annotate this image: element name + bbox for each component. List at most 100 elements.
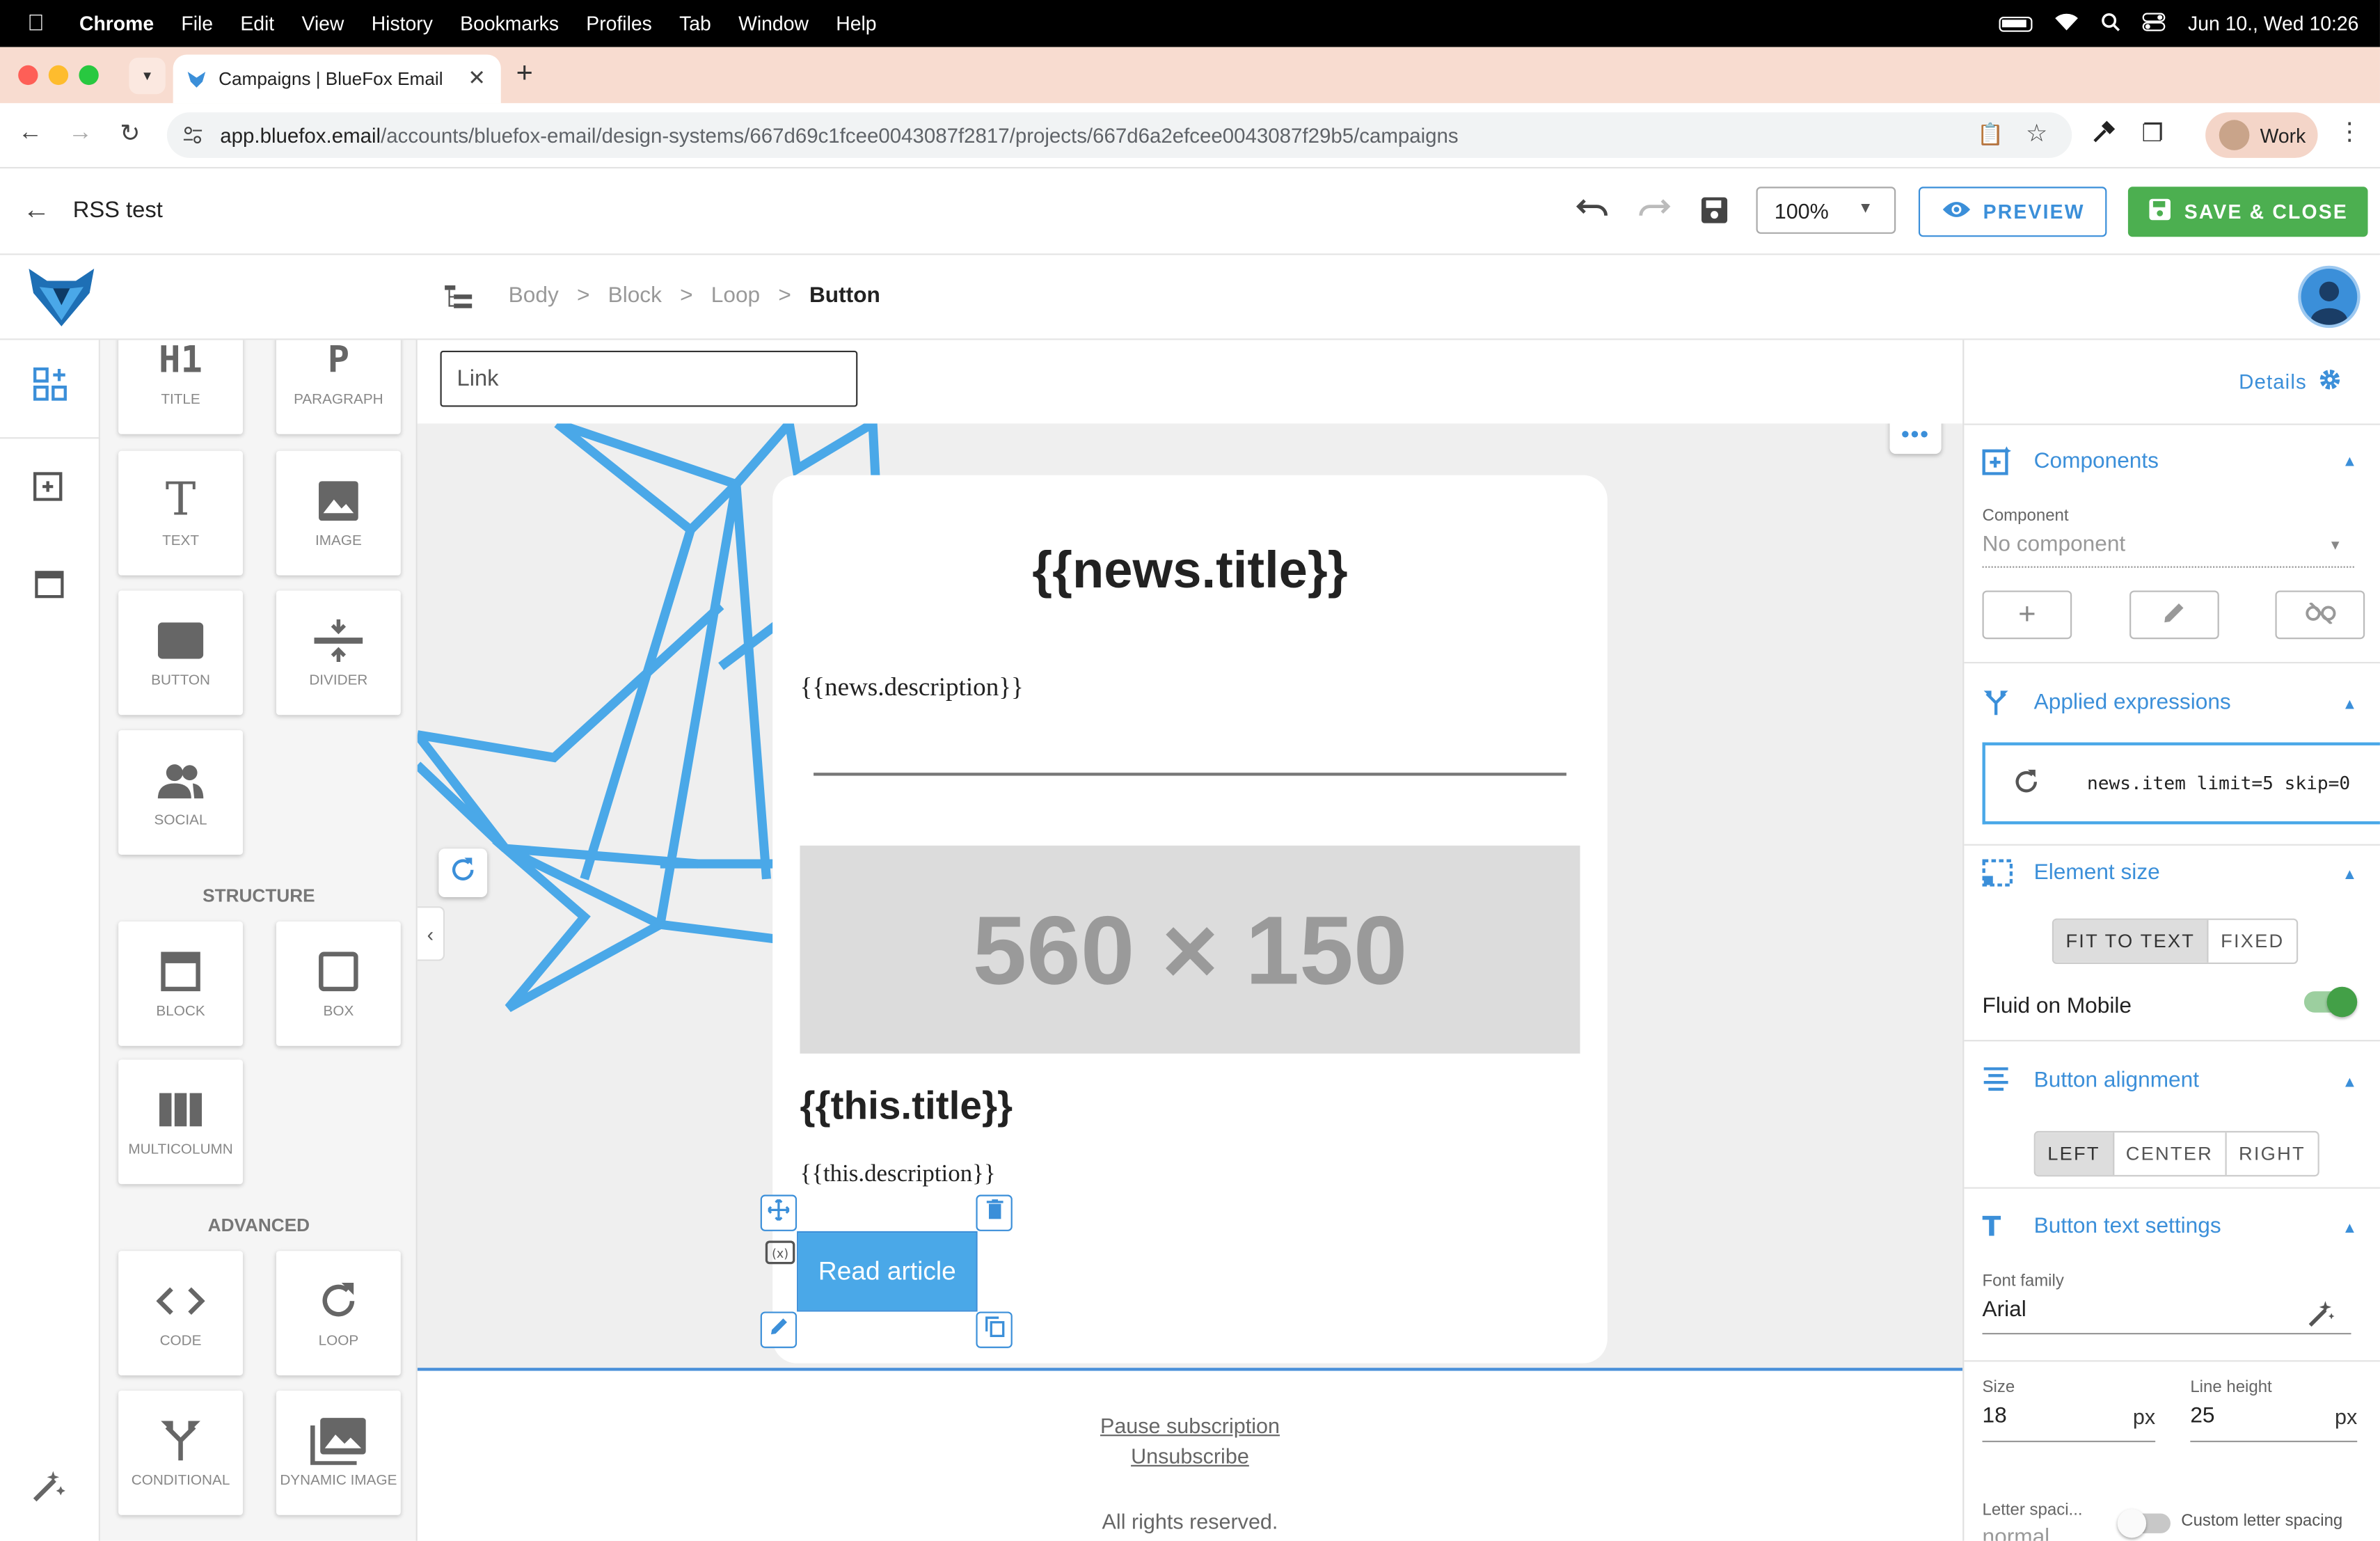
menu-history[interactable]: History <box>358 12 446 35</box>
control-center-icon[interactable] <box>2143 11 2167 35</box>
component-social[interactable]: SOCIAL <box>118 730 243 855</box>
menu-tab[interactable]: Tab <box>665 12 724 35</box>
wifi-icon[interactable] <box>2054 11 2080 35</box>
component-select[interactable]: No component ▼ <box>1982 531 2354 568</box>
add-section-icon[interactable] <box>33 469 65 509</box>
menu-help[interactable]: Help <box>823 12 891 35</box>
item-description[interactable]: {{this.description}} <box>800 1162 995 1189</box>
edit-handle[interactable] <box>760 1311 798 1348</box>
bookmark-star-icon[interactable]: ☆ <box>2026 118 2047 149</box>
collapse-panel-button[interactable]: ‹ <box>417 906 445 961</box>
redo-icon[interactable] <box>1637 194 1671 226</box>
bluefox-logo[interactable] <box>26 266 97 338</box>
new-tab-icon[interactable]: + <box>516 58 533 91</box>
font-family-field[interactable]: Arial <box>1982 1297 2351 1335</box>
reload-icon[interactable]: ↻ <box>120 118 140 149</box>
component-conditional[interactable]: CONDITIONAL <box>118 1390 243 1515</box>
image-placeholder[interactable]: 560 × 150 <box>800 845 1580 1054</box>
news-title[interactable]: {{news.title}} <box>772 542 1608 601</box>
window-close-button[interactable] <box>18 65 38 86</box>
align-right-option[interactable]: RIGHT <box>2227 1132 2318 1175</box>
back-icon[interactable]: ← <box>23 194 50 226</box>
applied-expression-item[interactable]: news.item limit=5 skip=0 <box>1982 742 2380 825</box>
zoom-select[interactable]: 100% ▼ <box>1756 187 1896 234</box>
collapse-caret-icon[interactable]: ▲ <box>2342 454 2358 471</box>
save-close-button[interactable]: SAVE & CLOSE <box>2127 187 2368 237</box>
battery-icon[interactable] <box>1999 15 2033 31</box>
apple-icon[interactable]:  <box>0 10 65 36</box>
pause-subscription-link[interactable]: Pause subscription <box>418 1414 1962 1438</box>
menu-window[interactable]: Window <box>724 12 822 35</box>
component-block[interactable]: BLOCK <box>118 921 243 1046</box>
undo-icon[interactable] <box>1576 194 1609 226</box>
button-alignment-section-title[interactable]: Button alignment <box>2034 1068 2199 1093</box>
email-canvas[interactable]: ‹ ••• {{news.title}} {{news.description}… <box>417 423 1963 1541</box>
unsubscribe-link[interactable]: Unsubscribe <box>418 1444 1962 1468</box>
email-content-block[interactable]: {{news.title}} {{news.description}} 560 … <box>760 475 1608 1364</box>
layout-tab-icon[interactable] <box>35 571 64 606</box>
content-divider[interactable] <box>814 773 1566 776</box>
save-draft-icon[interactable] <box>1700 196 1729 232</box>
breadcrumb-body[interactable]: Body <box>509 284 559 308</box>
user-avatar[interactable] <box>2298 265 2361 329</box>
collapse-caret-icon[interactable]: ▲ <box>2342 697 2358 713</box>
unlink-component-button[interactable] <box>2275 590 2365 640</box>
fit-to-text-option[interactable]: FIT TO TEXT <box>2054 919 2209 963</box>
component-loop[interactable]: LOOP <box>276 1251 401 1376</box>
tab-close-icon[interactable]: ✕ <box>468 65 486 91</box>
profile-button[interactable]: Work <box>2205 112 2318 158</box>
components-tab-icon[interactable] <box>33 367 67 409</box>
menu-app-name[interactable]: Chrome <box>65 12 167 35</box>
menu-file[interactable]: File <box>168 12 227 35</box>
custom-letter-spacing-toggle[interactable] <box>2117 1509 2171 1538</box>
line-height-field[interactable]: 25 px <box>2190 1402 2358 1443</box>
back-arrow-icon[interactable]: ← <box>18 120 42 147</box>
fluid-mobile-toggle[interactable] <box>2303 986 2358 1018</box>
component-title[interactable]: H1 TITLE <box>118 340 243 434</box>
browser-menu-kebab-icon[interactable]: ⋮ <box>2338 117 2362 148</box>
component-code[interactable]: CODE <box>118 1251 243 1376</box>
window-zoom-button[interactable] <box>79 65 99 86</box>
details-link[interactable]: Details <box>2239 369 2340 395</box>
window-minimize-button[interactable] <box>48 65 69 86</box>
breadcrumb-block[interactable]: Block <box>608 284 662 308</box>
component-paragraph[interactable]: P PARAGRAPH <box>276 340 401 434</box>
link-input[interactable]: Link <box>440 350 858 407</box>
clipboard-icon[interactable]: 📋 <box>1977 121 2004 147</box>
delete-handle[interactable] <box>976 1194 1013 1231</box>
email-footer[interactable]: Pause subscription Unsubscribe All right… <box>417 1368 1963 1541</box>
component-image[interactable]: IMAGE <box>276 450 401 576</box>
duplicate-handle[interactable] <box>976 1311 1013 1348</box>
component-divider[interactable]: DIVIDER <box>276 590 401 716</box>
move-handle[interactable] <box>760 1194 798 1231</box>
fixed-option[interactable]: FIXED <box>2209 920 2296 963</box>
edit-component-button[interactable] <box>2129 590 2219 640</box>
menu-bookmarks[interactable]: Bookmarks <box>447 12 573 35</box>
variable-button[interactable]: (x) <box>763 1240 797 1270</box>
font-size-field[interactable]: 18 px <box>1982 1402 2156 1443</box>
components-section-title[interactable]: Components <box>2034 450 2159 474</box>
refresh-preview-button[interactable] <box>438 848 488 898</box>
component-box[interactable]: BOX <box>276 921 401 1046</box>
address-bar[interactable]: app.bluefox.email/accounts/bluefox-email… <box>166 112 2072 158</box>
menu-profiles[interactable]: Profiles <box>573 12 666 35</box>
extensions-puzzle-icon[interactable]: ❐ <box>2142 118 2164 149</box>
news-description[interactable]: {{news.description}} <box>800 672 1023 703</box>
read-article-button[interactable]: Read article <box>797 1231 978 1312</box>
collapse-caret-icon[interactable]: ▲ <box>2342 867 2358 883</box>
canvas-more-button[interactable]: ••• <box>1889 423 1942 455</box>
site-settings-icon[interactable] <box>182 125 204 150</box>
eyedropper-extension-icon[interactable] <box>2092 120 2116 152</box>
menubar-datetime[interactable]: Jun 10., Wed 10:26 <box>2188 12 2358 35</box>
forward-arrow-icon[interactable]: → <box>68 120 93 147</box>
preview-button[interactable]: PREVIEW <box>1918 187 2107 237</box>
browser-tab-active[interactable]: Campaigns | BlueFox Email ✕ <box>173 54 501 104</box>
component-dynamic-image[interactable]: DYNAMIC IMAGE <box>276 1390 401 1515</box>
align-left-option[interactable]: LEFT <box>2035 1132 2114 1176</box>
collapse-caret-icon[interactable]: ▲ <box>2342 1075 2358 1091</box>
component-text[interactable]: T TEXT <box>118 450 243 576</box>
tab-search-chevron-icon[interactable]: ▾ <box>129 57 166 95</box>
spotlight-search-icon[interactable] <box>2102 11 2121 35</box>
menu-view[interactable]: View <box>288 12 358 35</box>
collapse-caret-icon[interactable]: ▲ <box>2342 1221 2358 1238</box>
